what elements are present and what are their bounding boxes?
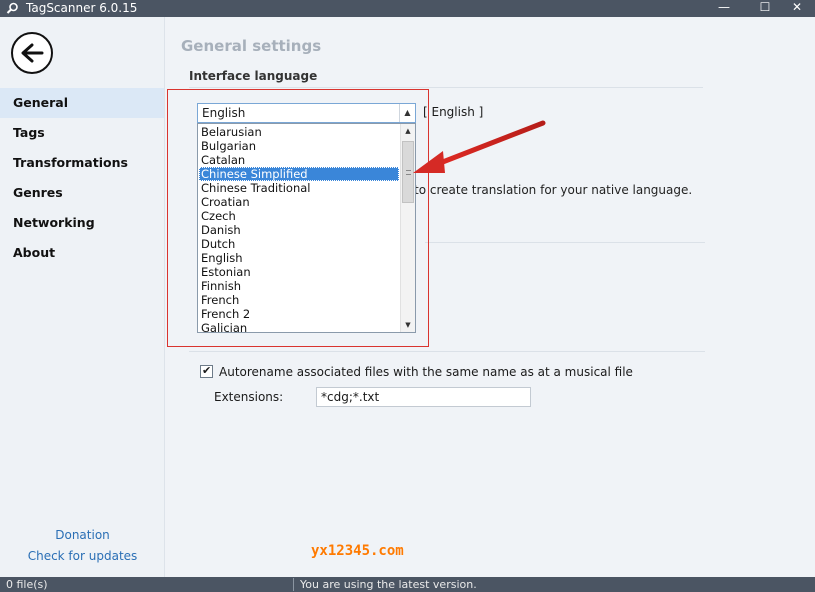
divider	[425, 242, 705, 243]
sidebar-item-networking[interactable]: Networking	[0, 208, 164, 238]
sidebar-item-general[interactable]: General	[0, 88, 164, 118]
check-updates-link[interactable]: Check for updates	[0, 549, 165, 563]
divider	[189, 351, 705, 352]
extensions-label: Extensions:	[214, 390, 284, 404]
checkmark-icon: ✔	[202, 364, 212, 377]
back-button[interactable]	[11, 32, 53, 74]
sidebar: General Tags Transformations Genres Netw…	[0, 17, 165, 577]
status-bar: 0 file(s) You are using the latest versi…	[0, 577, 815, 592]
sidebar-item-about[interactable]: About	[0, 238, 164, 268]
annotation-arrow-icon	[413, 120, 546, 173]
status-message: You are using the latest version.	[300, 578, 477, 591]
status-separator	[293, 578, 294, 591]
annotation-highlight-box	[167, 89, 429, 347]
donation-link[interactable]: Donation	[0, 528, 165, 542]
divider	[189, 87, 703, 88]
maximize-button[interactable]: ☐	[750, 0, 780, 17]
sidebar-item-tags[interactable]: Tags	[0, 118, 164, 148]
section-title-interface-language: Interface language	[189, 69, 318, 83]
sidebar-item-genres[interactable]: Genres	[0, 178, 164, 208]
watermark-text: yx12345.com	[311, 543, 404, 559]
page-title: General settings	[181, 37, 322, 55]
close-button[interactable]: ✕	[782, 0, 812, 17]
arrow-left-icon	[21, 43, 44, 63]
sidebar-item-transformations[interactable]: Transformations	[0, 148, 164, 178]
file-count: 0 file(s)	[6, 578, 48, 591]
title-bar: TagScanner 6.0.15 — ☐ ✕	[0, 0, 815, 17]
extensions-input[interactable]: *cdg;*.txt	[316, 387, 531, 407]
window-title: TagScanner 6.0.15	[26, 1, 138, 15]
autorename-checkbox[interactable]: ✔	[200, 364, 213, 378]
magnifier-app-icon	[6, 2, 18, 14]
settings-panel: General settings Interface language Engl…	[165, 17, 815, 577]
minimize-button[interactable]: —	[709, 0, 739, 17]
autorename-label: Autorename associated files with the sam…	[219, 365, 633, 379]
